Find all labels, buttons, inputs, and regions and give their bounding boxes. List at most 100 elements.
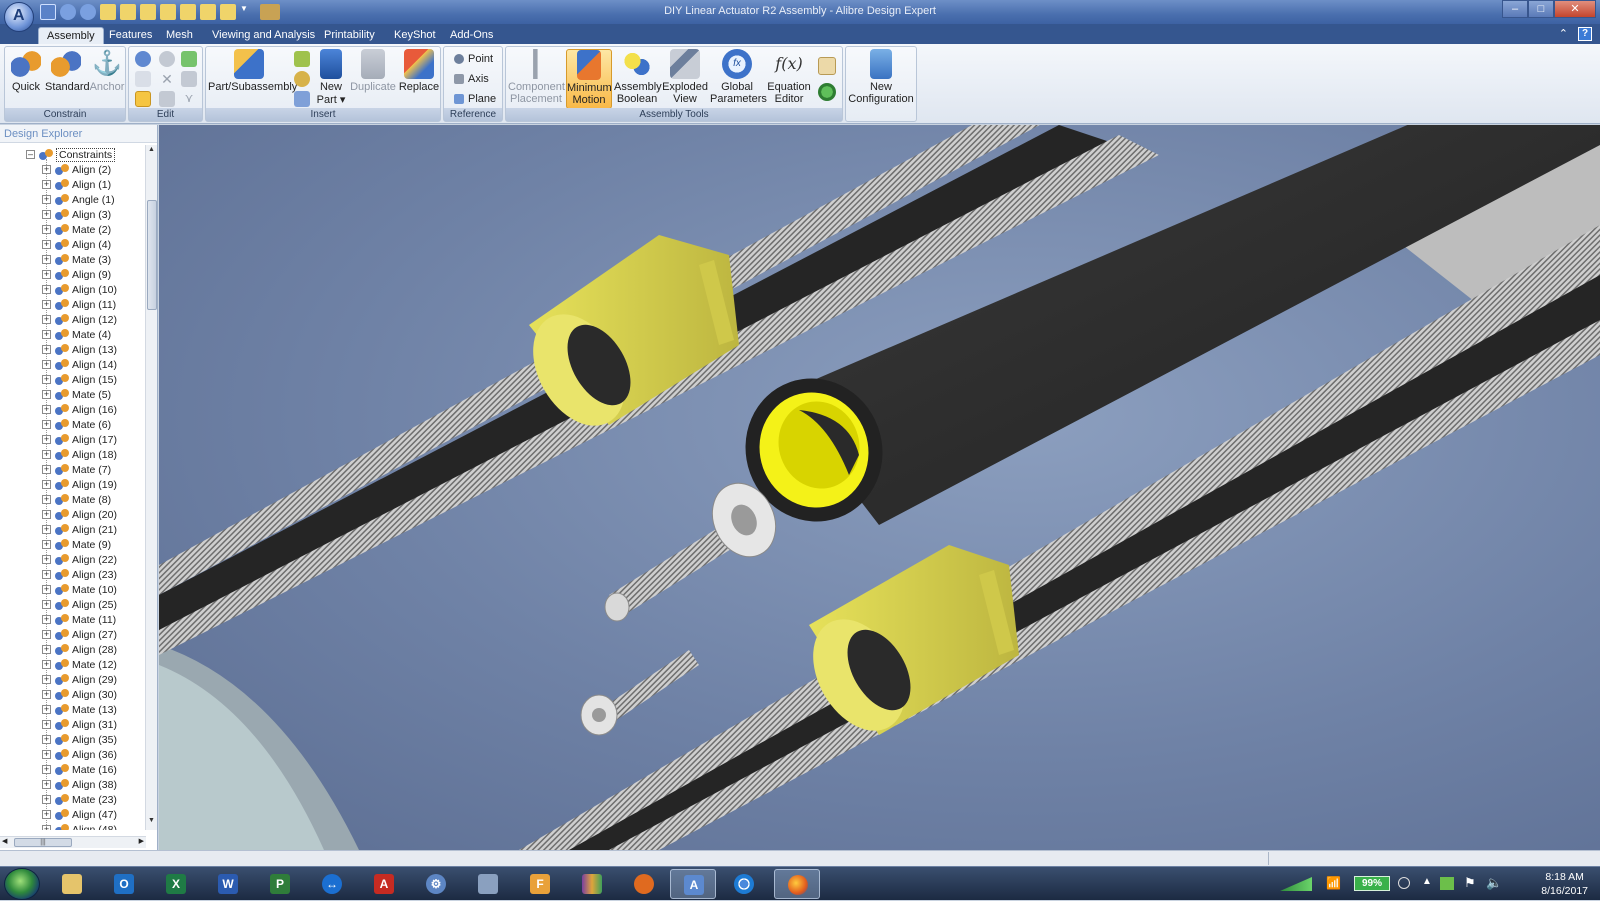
tree-item-constraint[interactable]: + Mate (8) [42, 492, 111, 507]
expand-icon[interactable]: + [42, 735, 51, 744]
expand-icon[interactable]: + [42, 195, 51, 204]
scroll-thumb[interactable] [147, 200, 157, 310]
exploded-view-button[interactable]: Exploded View [662, 49, 708, 105]
show-hidden-icons-icon[interactable]: ▲ [1422, 876, 1432, 887]
expand-icon[interactable]: + [42, 510, 51, 519]
volume-icon[interactable]: 🔈 [1486, 875, 1502, 891]
expand-icon[interactable]: + [42, 675, 51, 684]
tree-item-constraint[interactable]: + Mate (3) [42, 252, 111, 267]
maximize-icon[interactable]: □ [1528, 0, 1554, 18]
copy-icon[interactable] [135, 71, 151, 87]
tree-item-constraint[interactable]: + Align (11) [42, 297, 116, 312]
calculator-icon[interactable] [468, 869, 508, 899]
expand-icon[interactable]: + [42, 600, 51, 609]
tree-item-constraint[interactable]: + Align (30) [42, 687, 117, 702]
fusion-icon[interactable]: F [520, 869, 560, 899]
chrome-icon[interactable] [724, 869, 764, 899]
tree-item-constraint[interactable]: + Mate (9) [42, 537, 111, 552]
assembly-boolean-button[interactable]: Assembly Boolean [614, 49, 662, 105]
tree-item-constraint[interactable]: + Align (21) [42, 522, 117, 537]
tree-item-constraint[interactable]: + Mate (23) [42, 792, 117, 807]
expand-icon[interactable]: + [42, 615, 51, 624]
tree-item-constraint[interactable]: + Align (16) [42, 402, 117, 417]
file-explorer-icon[interactable] [52, 869, 92, 899]
expand-icon[interactable]: + [42, 705, 51, 714]
tree-item-constraint[interactable]: + Align (12) [42, 312, 117, 327]
mirror-part-icon[interactable] [294, 91, 310, 107]
expand-icon[interactable]: + [42, 465, 51, 474]
tree-item-constraint[interactable]: + Align (10) [42, 282, 117, 297]
suppress-icon[interactable] [159, 51, 175, 67]
tree-item-constraint[interactable]: + Align (31) [42, 717, 117, 732]
settings-icon[interactable]: ⚙ [416, 869, 456, 899]
expand-icon[interactable]: + [42, 810, 51, 819]
expand-icon[interactable]: + [42, 210, 51, 219]
part-subassembly-button[interactable]: Part/Subassembly [208, 49, 297, 93]
expand-icon[interactable]: + [42, 795, 51, 804]
expand-icon[interactable]: + [42, 645, 51, 654]
pattern-insert-icon[interactable] [294, 51, 310, 67]
expand-icon[interactable]: + [42, 765, 51, 774]
tree-item-constraint[interactable]: + Mate (5) [42, 387, 111, 402]
firefox-icon[interactable] [774, 869, 820, 899]
expand-icon[interactable]: + [42, 525, 51, 534]
explorer-vertical-scrollbar[interactable]: ▲ ▼ [145, 145, 157, 830]
washer-bolt[interactable] [604, 473, 787, 622]
tree-item-constraint[interactable]: + Align (18) [42, 447, 117, 462]
tree-item-constraint[interactable]: + Align (19) [42, 477, 117, 492]
tree-item-constraint[interactable]: + Mate (11) [42, 612, 116, 627]
plane-button[interactable]: Plane [454, 93, 496, 105]
edit-constraint-icon[interactable] [135, 51, 151, 67]
excel-icon[interactable]: X [156, 869, 196, 899]
windows-start-icon[interactable] [4, 868, 40, 900]
tree-item-constraint[interactable]: + Align (29) [42, 672, 117, 687]
expand-icon[interactable]: + [42, 825, 51, 830]
mirror-icon[interactable]: ⋎ [181, 91, 197, 107]
expand-icon[interactable]: + [42, 420, 51, 429]
tree-item-constraint[interactable]: + Align (35) [42, 732, 117, 747]
expand-icon[interactable]: + [42, 750, 51, 759]
battery-indicator[interactable]: 99% [1354, 876, 1390, 891]
tree-item-constraint[interactable]: + Mate (2) [42, 222, 111, 237]
expand-icon[interactable]: + [42, 585, 51, 594]
tree-item-constraint[interactable]: + Align (13) [42, 342, 117, 357]
tray-app-icon[interactable] [1440, 877, 1454, 890]
expand-icon[interactable]: + [42, 255, 51, 264]
help-icon[interactable]: ? [1578, 27, 1592, 41]
tree-item-constraint[interactable]: + Align (36) [42, 747, 117, 762]
minimum-motion-button[interactable]: Minimum Motion [566, 49, 612, 109]
tree-item-constraint[interactable]: + Align (17) [42, 432, 117, 447]
tree-item-constraint[interactable]: + Mate (10) [42, 582, 117, 597]
expand-icon[interactable]: + [42, 345, 51, 354]
new-part-button[interactable]: New Part ▾ [314, 49, 348, 106]
tree-item-constraint[interactable]: + Mate (16) [42, 762, 117, 777]
horizontal-scroll-thumb[interactable]: ||| [14, 838, 72, 847]
tree-item-constraint[interactable]: + Align (15) [42, 372, 117, 387]
scroll-down-icon[interactable]: ▼ [146, 817, 157, 829]
new-configuration-button[interactable]: New Configuration [848, 49, 914, 105]
scroll-right-icon[interactable]: ▶ [139, 837, 144, 845]
expand-icon[interactable]: + [42, 660, 51, 669]
expand-icon[interactable]: + [42, 180, 51, 189]
tree-item-constraint[interactable]: + Align (9) [42, 267, 111, 282]
axis-button[interactable]: Axis [454, 73, 489, 85]
tree-item-constraint[interactable]: + Mate (4) [42, 327, 111, 342]
reset-icon[interactable] [181, 71, 197, 87]
replace-button[interactable]: Replace [398, 49, 440, 93]
expand-icon[interactable]: + [42, 450, 51, 459]
tab-printability[interactable]: Printability [316, 27, 383, 44]
display-icon[interactable] [1398, 877, 1410, 889]
tree-item-constraint[interactable]: + Align (23) [42, 567, 117, 582]
duplicate-button[interactable]: Duplicate [350, 49, 396, 93]
globe-icon[interactable] [818, 83, 836, 101]
expand-icon[interactable]: + [42, 570, 51, 579]
tab-keyshot[interactable]: KeyShot [386, 27, 444, 44]
socket-head-screw[interactable] [580, 650, 699, 736]
tree-item-constraint[interactable]: + Align (14) [42, 357, 117, 372]
tree-item-constraint[interactable]: + Align (20) [42, 507, 117, 522]
tree-item-constraint[interactable]: + Align (4) [42, 237, 111, 252]
wifi-icon[interactable]: 📶 [1326, 876, 1341, 890]
onenote-icon[interactable] [572, 869, 612, 899]
report-icon[interactable] [818, 57, 836, 75]
action-center-flag-icon[interactable]: ⚑ [1464, 875, 1476, 891]
